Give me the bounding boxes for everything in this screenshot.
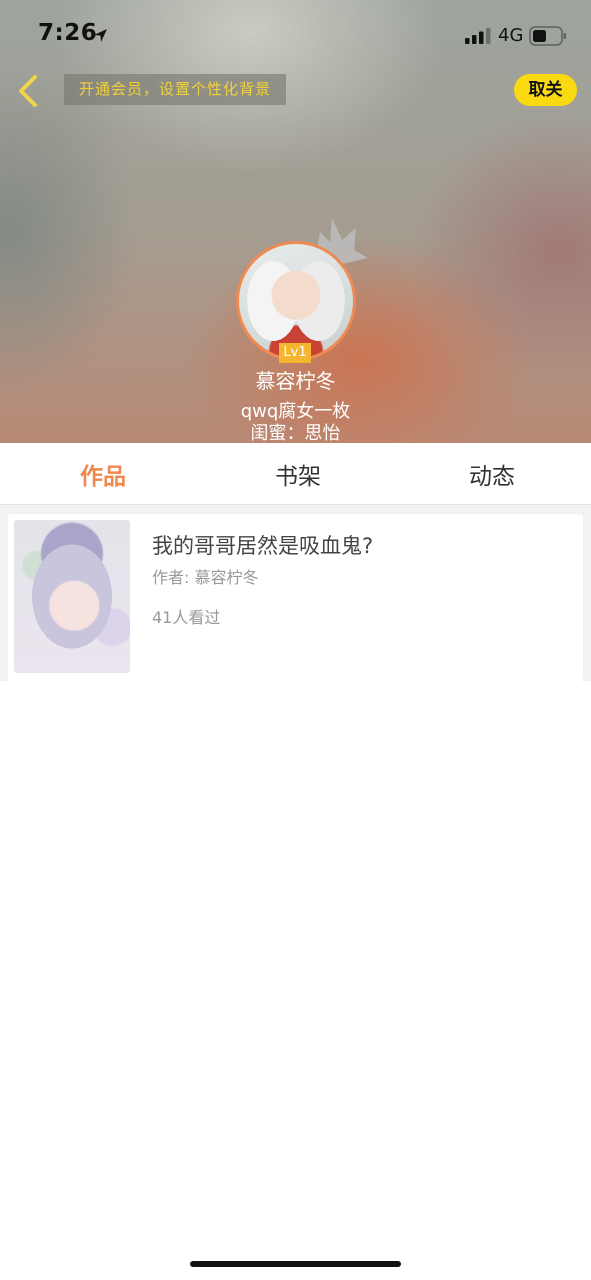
- tab-activity[interactable]: 动态: [432, 457, 552, 491]
- profile-tabs: 作品 书架 动态: [0, 443, 591, 505]
- back-icon[interactable]: [12, 72, 44, 110]
- book-author: 作者: 慕容柠冬: [152, 568, 259, 587]
- location-arrow-icon: [94, 29, 107, 42]
- status-time: 7:26: [38, 20, 98, 46]
- profile-header: 7:26 4G 开通会员，设置个性化背景 取关 Lv1 慕容柠冬 qwq腐女一枚…: [0, 0, 591, 443]
- profile-signature: qwq腐女一枚: [240, 401, 351, 422]
- tab-works[interactable]: 作品: [43, 457, 163, 491]
- profile-nickname: 慕容柠冬: [255, 369, 336, 393]
- battery-icon: [529, 26, 566, 46]
- home-indicator: [190, 1261, 401, 1267]
- signal-icon: [465, 28, 491, 44]
- work-card[interactable]: 我的哥哥居然是吸血鬼? 作者: 慕容柠冬 41人看过: [8, 514, 583, 681]
- book-title: 我的哥哥居然是吸血鬼?: [152, 534, 374, 558]
- tab-bookshelf[interactable]: 书架: [238, 457, 358, 491]
- unfollow-button[interactable]: 取关: [514, 74, 577, 106]
- vip-background-banner[interactable]: 开通会员，设置个性化背景: [64, 74, 286, 105]
- works-list: 我的哥哥居然是吸血鬼? 作者: 慕容柠冬 41人看过: [0, 505, 591, 681]
- book-cover-image: [14, 520, 130, 673]
- network-type: 4G: [498, 25, 524, 46]
- status-bar: 7:26 4G: [0, 0, 591, 70]
- book-view-count: 41人看过: [152, 608, 221, 627]
- level-badge: Lv1: [279, 343, 311, 363]
- profile-bestie: 闺蜜：思怡: [250, 423, 341, 443]
